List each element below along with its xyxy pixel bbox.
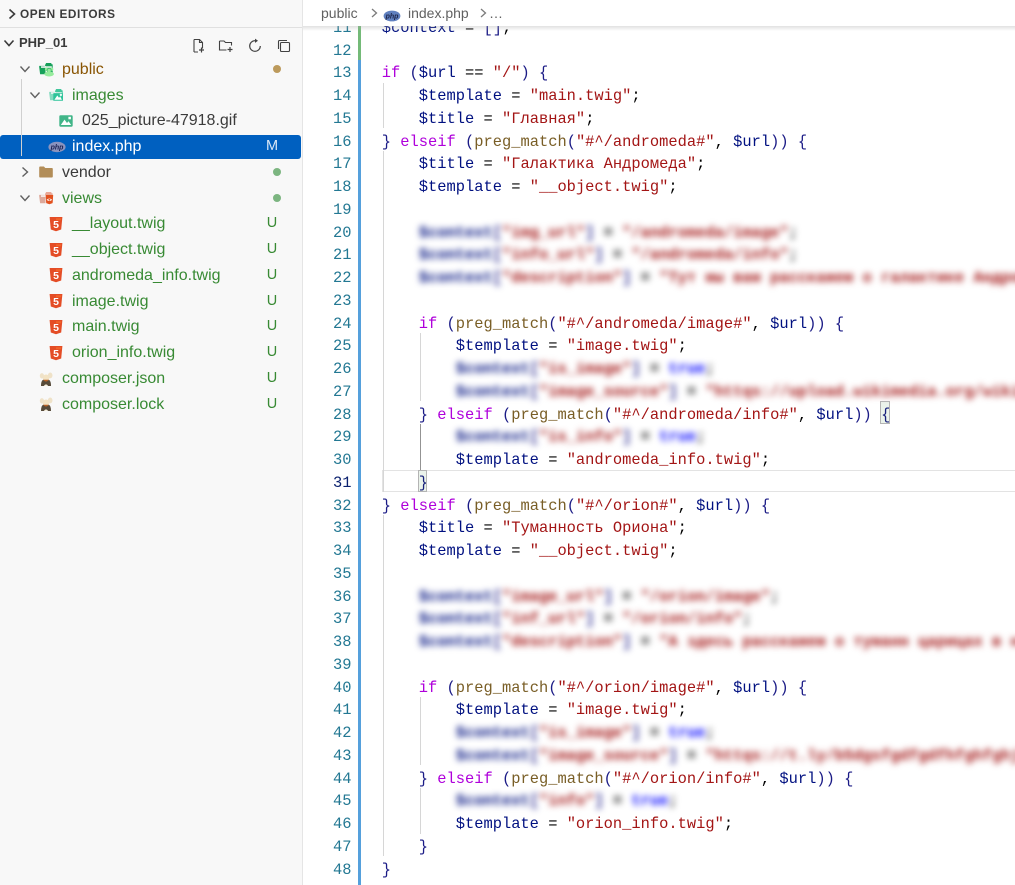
- svg-text:php: php: [50, 144, 65, 151]
- svg-text:5: 5: [53, 219, 59, 231]
- svg-text:5: 5: [53, 245, 59, 257]
- svg-text:5: 5: [53, 296, 59, 308]
- svg-text:5: 5: [53, 322, 59, 334]
- svg-text:5: 5: [53, 348, 59, 360]
- svg-text:5: 5: [53, 271, 59, 283]
- svg-text:php: php: [384, 13, 399, 20]
